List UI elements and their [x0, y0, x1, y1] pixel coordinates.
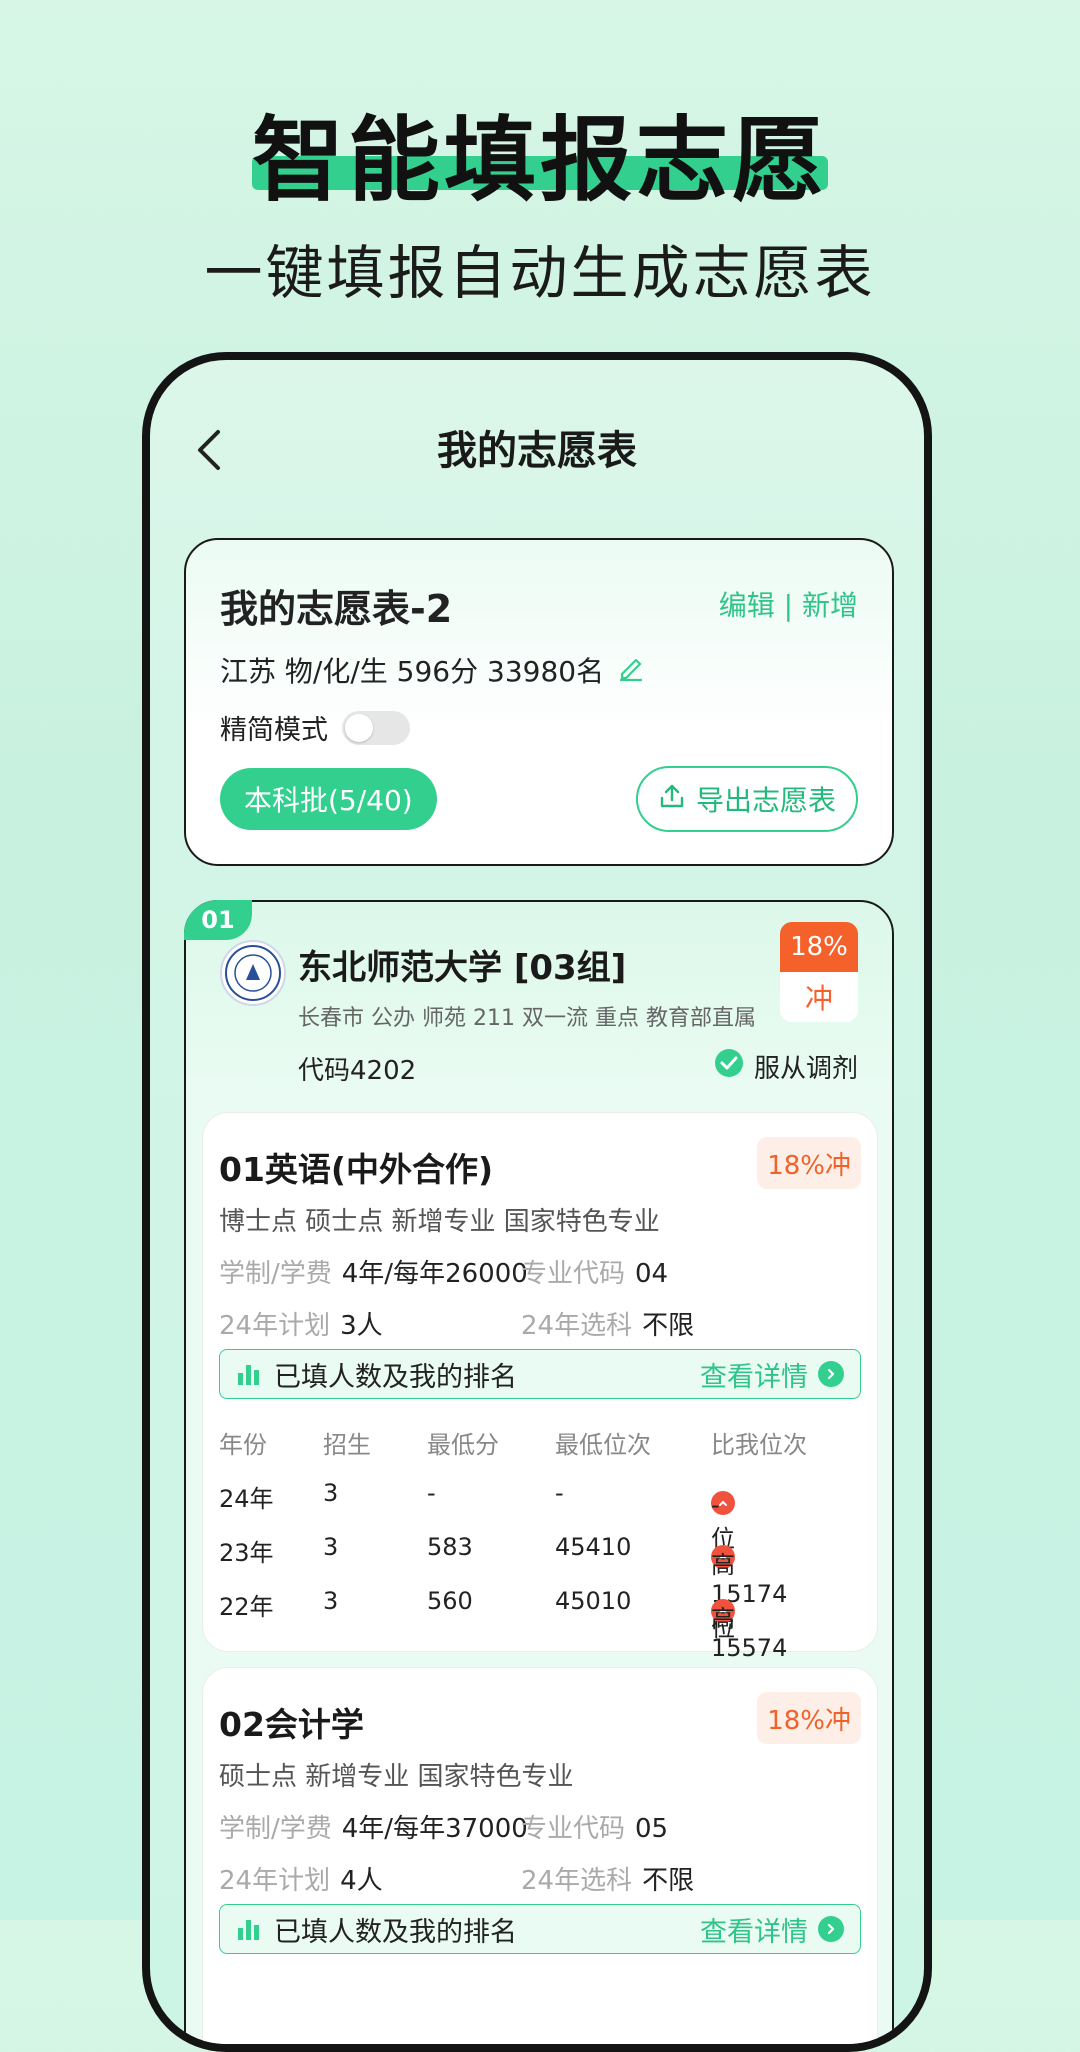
bar-chart-icon	[236, 1361, 262, 1387]
index-tag: 01	[184, 900, 252, 940]
university-logo	[220, 940, 286, 1006]
university-tags: 长春市 公办 师苑 211 双一流 重点 教育部直属	[298, 1006, 756, 1031]
mode-label: 精简模式	[220, 715, 328, 746]
major-features: 硕士点 新增专业 国家特色专业	[219, 1762, 574, 1792]
major-rate-badge: 18%冲	[757, 1137, 861, 1189]
rank-bar[interactable]: 已填人数及我的排名 查看详情	[219, 1349, 861, 1399]
major-card[interactable]: 02会计学 18%冲 硕士点 新增专业 国家特色专业 学制/学费 4年/每年370…	[202, 1667, 878, 2044]
major-card[interactable]: 01英语(中外合作) 18%冲 博士点 硕士点 新增专业 国家特色专业 学制/学…	[202, 1112, 878, 1696]
table-row: 22年 3 560 45010 高15574位	[219, 1587, 788, 1696]
edit-link[interactable]: 编辑	[719, 589, 775, 622]
table-row: 23年 3 583 45410 高15174位	[219, 1533, 788, 1642]
obey-adjustment[interactable]: 服从调剂	[714, 1048, 858, 1085]
table-row: 24年 3 - - -位	[219, 1479, 735, 1553]
subject-field: 24年选科 不限	[521, 1866, 695, 1896]
export-button[interactable]: 导出志愿表	[635, 766, 858, 832]
page-title: 我的志愿表	[437, 428, 637, 474]
batch-button[interactable]: 本科批(5/40)	[220, 768, 437, 830]
major-code-field: 专业代码 04	[521, 1259, 669, 1289]
separator: |	[783, 589, 794, 622]
plan-field: 24年计划 4人	[219, 1866, 383, 1896]
major-title: 01英语(中外合作)	[219, 1150, 494, 1189]
chevron-right-icon	[818, 1361, 844, 1387]
score-text: 江苏 物/化/生 596分 33980名	[220, 655, 605, 688]
pencil-icon[interactable]	[616, 652, 646, 689]
export-label: 导出志愿表	[695, 784, 836, 817]
simple-mode-row: 精简模式	[220, 708, 410, 747]
view-details-link[interactable]: 查看详情	[700, 1355, 844, 1394]
major-code-field: 专业代码 05	[521, 1814, 669, 1844]
simple-mode-toggle[interactable]	[342, 710, 410, 745]
rate-type: 冲	[780, 972, 858, 1022]
hero-title: 智能填报志愿	[251, 107, 828, 214]
volunteer-summary-card: 我的志愿表-2 编辑 | 新增 江苏 物/化/生 596分 33980名 精简模…	[184, 538, 894, 866]
university-name[interactable]: 东北师范大学 [03组]	[298, 940, 626, 989]
score-info: 江苏 物/化/生 596分 33980名	[220, 650, 646, 690]
view-details-link[interactable]: 查看详情	[700, 1910, 844, 1949]
obey-label: 服从调剂	[753, 1054, 858, 1084]
subject-field: 24年选科 不限	[521, 1311, 695, 1341]
check-circle-icon	[714, 1048, 744, 1085]
add-link[interactable]: 新增	[802, 589, 858, 622]
table-name: 我的志愿表-2	[220, 587, 453, 631]
upload-icon	[658, 782, 686, 817]
major-features: 博士点 硕士点 新增专业 国家特色专业	[219, 1207, 660, 1237]
major-rate-badge: 18%冲	[757, 1692, 861, 1744]
rank-label: 已填人数及我的排名	[274, 1361, 517, 1393]
admission-rate-badge: 18% 冲	[780, 922, 858, 1022]
rate-value: 18%	[780, 922, 858, 972]
admission-table: 年份 招生 最低分 最低位次 比我位次 24年 3 - - -位 23年 3 5…	[219, 1413, 861, 1696]
duration-field: 学制/学费 4年/每年37000	[219, 1814, 528, 1844]
major-title: 02会计学	[219, 1705, 364, 1744]
card-actions: 编辑 | 新增	[719, 584, 858, 624]
duration-field: 学制/学费 4年/每年26000	[219, 1259, 528, 1289]
phone-frame: 我的志愿表 我的志愿表-2 编辑 | 新增 江苏 物/化/生 596分 3398…	[142, 352, 932, 2052]
plan-field: 24年计划 3人	[219, 1311, 383, 1341]
rank-bar[interactable]: 已填人数及我的排名 查看详情	[219, 1904, 861, 1954]
hero-subtitle: 一键填报自动生成志愿表	[204, 239, 876, 307]
table-header: 年份 招生 最低分 最低位次 比我位次	[219, 1431, 807, 1459]
university-code: 代码4202	[298, 1056, 417, 1086]
rank-label: 已填人数及我的排名	[274, 1916, 517, 1948]
university-card: 01 东北师范大学 [03组] 长春市 公办 师苑 211 双一流 重点 教育部…	[184, 900, 894, 2044]
